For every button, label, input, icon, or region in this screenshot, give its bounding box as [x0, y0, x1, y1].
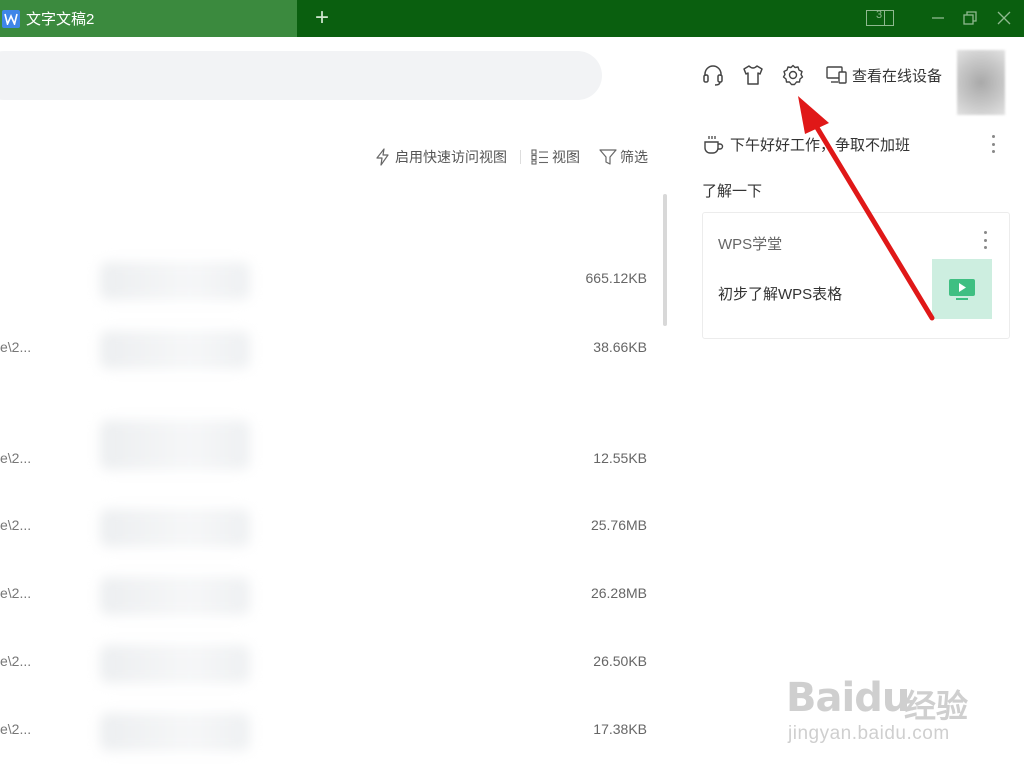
- customer-service-button[interactable]: [701, 63, 725, 87]
- greeting-more-button[interactable]: [990, 135, 996, 153]
- file-path: e\2...: [0, 517, 32, 533]
- file-path: e\2...: [0, 721, 32, 737]
- search-bar[interactable]: [0, 51, 602, 100]
- minimize-button[interactable]: [924, 6, 952, 30]
- file-row[interactable]: e\2... 25.76MB: [0, 505, 660, 547]
- file-size: 38.66KB: [593, 339, 647, 355]
- file-name-blurred: [100, 713, 250, 751]
- baidu-jingyan-watermark: Baidu 经验 jingyan.baidu.com: [786, 655, 986, 755]
- file-name-blurred: [100, 645, 250, 683]
- file-name-blurred: [100, 331, 250, 369]
- devices-icon: [826, 66, 847, 84]
- file-size: 665.12KB: [585, 270, 648, 286]
- quick-access-toggle[interactable]: 启用快速访问视图: [374, 147, 507, 167]
- file-size: 25.76MB: [590, 517, 647, 533]
- filter-button[interactable]: 筛选: [599, 147, 648, 167]
- document-tab[interactable]: 文字文稿2: [0, 0, 297, 37]
- online-devices-button[interactable]: 查看在线设备: [826, 63, 942, 87]
- video-thumbnail[interactable]: [932, 259, 992, 319]
- toolbar-divider: [520, 150, 521, 164]
- wps-writer-icon: [2, 9, 20, 28]
- wps-academy-card[interactable]: WPS学堂 初步了解WPS表格: [702, 212, 1010, 339]
- title-bar: 文字文稿2 + 3: [0, 0, 1024, 37]
- close-icon: [997, 11, 1011, 25]
- new-tab-button[interactable]: +: [310, 6, 334, 30]
- file-path: e\2...: [0, 653, 32, 669]
- file-list-scrollbar[interactable]: [663, 194, 667, 326]
- file-row[interactable]: 665.12KB: [0, 258, 660, 300]
- card-header: WPS学堂: [718, 236, 783, 253]
- restore-icon: [963, 11, 977, 25]
- file-name-blurred: [100, 420, 250, 470]
- filter-icon: [599, 149, 617, 165]
- file-path: e\2...: [0, 585, 32, 601]
- watermark-url: jingyan.baidu.com: [788, 723, 950, 744]
- view-button[interactable]: 视图: [531, 147, 580, 167]
- lightning-icon: [376, 148, 389, 166]
- card-item-title[interactable]: 初步了解WPS表格: [718, 283, 842, 304]
- online-devices-label: 查看在线设备: [852, 67, 943, 85]
- file-size: 26.28MB: [590, 585, 647, 601]
- list-view-icon: [531, 149, 548, 165]
- watermark-logo: Baidu: [786, 675, 910, 721]
- file-name-blurred: [100, 509, 250, 547]
- file-name-blurred: [100, 577, 250, 615]
- video-play-icon: [949, 279, 975, 300]
- tshirt-icon: [743, 65, 763, 85]
- greeting: 下午好好工作，争取不加班: [703, 134, 910, 155]
- file-path: e\2...: [0, 339, 32, 355]
- file-path: e\2...: [0, 450, 32, 466]
- file-row[interactable]: e\2... 38.66KB: [0, 327, 660, 369]
- restore-button[interactable]: [956, 6, 984, 30]
- file-size: 26.50KB: [593, 653, 647, 669]
- file-row[interactable]: e\2... 17.38KB: [0, 709, 660, 751]
- avatar[interactable]: [957, 50, 1005, 115]
- skin-button[interactable]: [741, 63, 765, 87]
- file-row[interactable]: e\2... 12.55KB: [0, 420, 660, 478]
- file-size: 12.55KB: [593, 450, 647, 466]
- watermark-cn: 经验: [904, 688, 969, 724]
- tab-title: 文字文稿2: [26, 11, 95, 28]
- file-size: 17.38KB: [593, 721, 647, 737]
- file-name-blurred: [100, 262, 250, 300]
- file-row[interactable]: e\2... 26.28MB: [0, 573, 660, 615]
- layout-badge: 3: [876, 9, 883, 21]
- file-row[interactable]: e\2... 26.50KB: [0, 641, 660, 683]
- headset-icon: [703, 65, 723, 86]
- minimize-icon: [932, 17, 944, 19]
- gear-icon: [782, 64, 804, 86]
- learn-section-title: 了解一下: [702, 183, 763, 200]
- settings-button[interactable]: [781, 63, 805, 87]
- close-button[interactable]: [990, 6, 1018, 30]
- coffee-cup-icon: [704, 135, 724, 154]
- view-label: 视图: [552, 149, 580, 165]
- card-more-button[interactable]: [982, 231, 988, 249]
- filter-label: 筛选: [620, 149, 648, 165]
- layout-switch-button[interactable]: 3: [866, 6, 894, 30]
- greeting-text: 下午好好工作，争取不加班: [730, 137, 911, 154]
- quick-access-label: 启用快速访问视图: [395, 149, 507, 165]
